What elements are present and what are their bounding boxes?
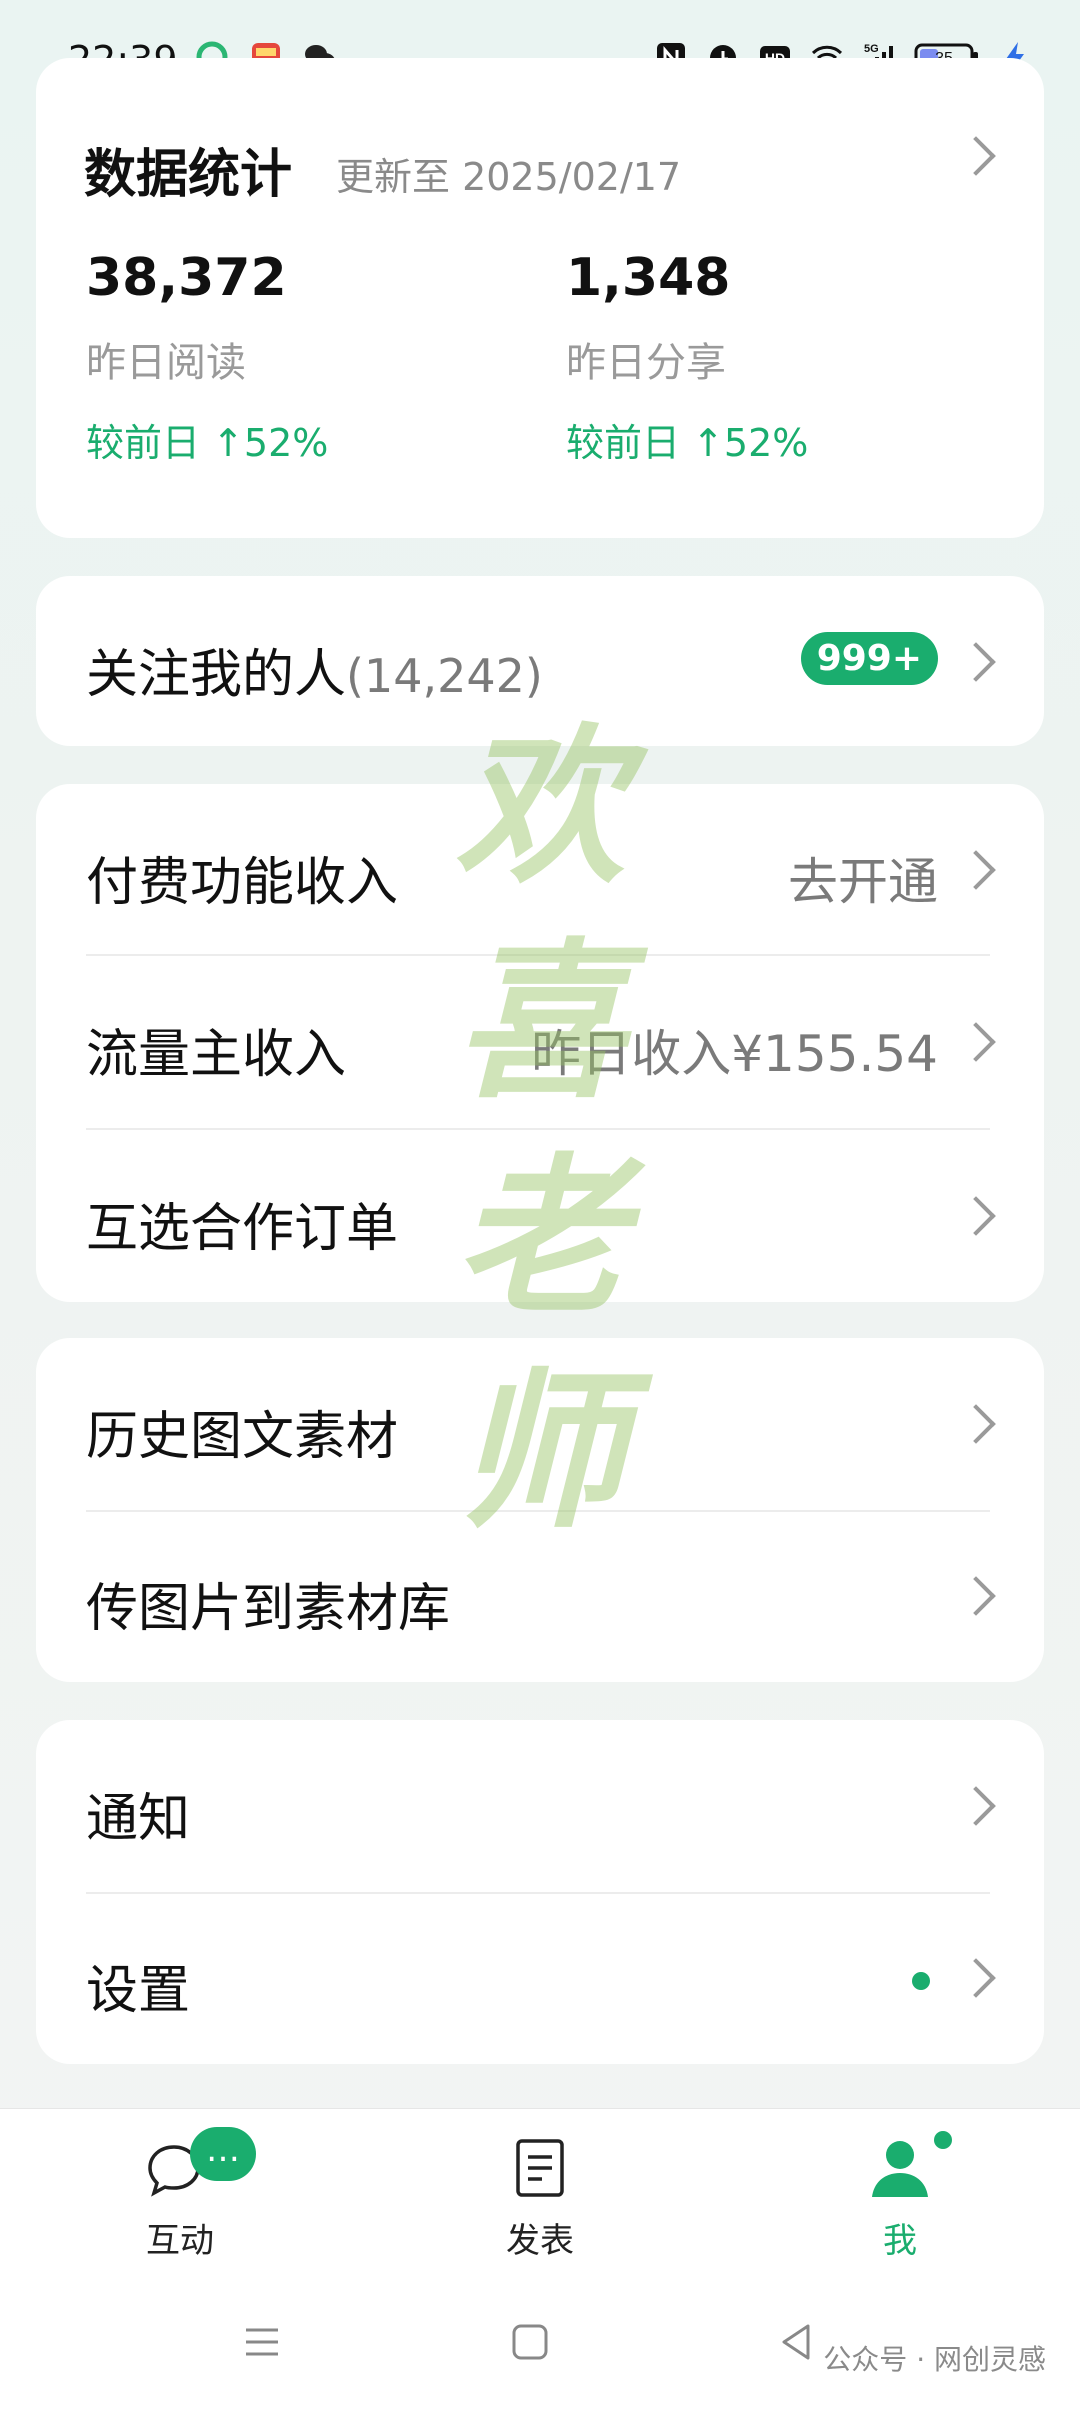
mutual-selection-orders-label: 互选合作订单	[86, 1199, 399, 1259]
tab-publish-label: 发表	[506, 2221, 574, 2261]
paid-feature-income-label: 付费功能收入	[86, 853, 399, 913]
tab-interact[interactable]: … 互动	[80, 2109, 280, 2279]
followers-row[interactable]: 关注我的人(14,242) 999+	[36, 576, 1044, 746]
income-card: 付费功能收入 去开通 流量主收入 昨日收入¥155.54 互选合作订单	[36, 784, 1044, 1302]
tab-me-new-dot	[934, 2131, 952, 2149]
traffic-income-value: 昨日收入¥155.54	[531, 1025, 938, 1083]
home-icon[interactable]	[510, 2322, 550, 2362]
settings-label: 设置	[86, 1961, 191, 2021]
unread-bubble: …	[190, 2127, 256, 2181]
paid-feature-income-row[interactable]: 付费功能收入 去开通	[36, 784, 1044, 954]
document-icon	[516, 2139, 564, 2197]
tab-me-label: 我	[883, 2221, 917, 2261]
reads-label: 昨日阅读	[86, 340, 246, 386]
history-material-row[interactable]: 历史图文素材	[36, 1338, 1044, 1508]
chevron-right-icon	[956, 1576, 996, 1616]
chevron-right-icon	[956, 1786, 996, 1826]
chevron-right-icon	[956, 642, 996, 682]
traffic-income-row[interactable]: 流量主收入 昨日收入¥155.54	[36, 956, 1044, 1128]
chevron-right-icon	[956, 1022, 996, 1062]
notify-row[interactable]: 通知	[36, 1720, 1044, 1890]
paid-feature-income-value: 去开通	[788, 853, 938, 911]
reads-value: 38,372	[86, 248, 287, 308]
chevron-right-icon	[956, 1196, 996, 1236]
mutual-selection-orders-row[interactable]: 互选合作订单	[36, 1130, 1044, 1302]
traffic-income-label: 流量主收入	[86, 1025, 347, 1085]
chevron-right-icon	[956, 850, 996, 890]
menu-icon[interactable]	[242, 2322, 282, 2362]
reads-change: 较前日 ↑52%	[86, 421, 329, 465]
upload-material-label: 传图片到素材库	[86, 1579, 451, 1639]
settings-row[interactable]: 设置	[36, 1894, 1044, 2064]
back-icon[interactable]	[776, 2322, 816, 2362]
followers-badge: 999+	[800, 632, 938, 685]
tab-me[interactable]: 我	[800, 2109, 1000, 2279]
followers-count: (14,242)	[346, 649, 543, 703]
chevron-right-icon	[956, 1404, 996, 1444]
stats-title: 数据统计	[84, 145, 293, 205]
notify-label: 通知	[86, 1789, 191, 1849]
shares-value: 1,348	[566, 248, 731, 308]
misc-card: 通知 设置	[36, 1720, 1044, 2064]
bottom-tab-bar: … 互动 发表 我	[0, 2108, 1080, 2279]
shares-label: 昨日分享	[566, 340, 726, 386]
stats-card[interactable]: 数据统计 更新至 2025/02/17 38,372 昨日阅读 较前日 ↑52%…	[36, 58, 1044, 538]
chevron-right-icon	[956, 136, 996, 176]
svg-text:5G: 5G	[864, 43, 879, 55]
person-icon	[872, 2141, 928, 2197]
stats-updated-date: 更新至 2025/02/17	[336, 155, 682, 199]
followers-label: 关注我的人(14,242)	[86, 645, 543, 705]
shares-change: 较前日 ↑52%	[566, 421, 809, 465]
footer-watermark: 公众号 · 网创灵感	[823, 2343, 1046, 2376]
tab-publish[interactable]: 发表	[440, 2109, 640, 2279]
settings-new-dot	[912, 1972, 930, 1990]
material-card: 历史图文素材 传图片到素材库	[36, 1338, 1044, 1682]
history-material-label: 历史图文素材	[86, 1407, 399, 1467]
chevron-right-icon	[956, 1958, 996, 1998]
upload-material-row[interactable]: 传图片到素材库	[36, 1512, 1044, 1682]
tab-interact-label: 互动	[146, 2221, 214, 2261]
